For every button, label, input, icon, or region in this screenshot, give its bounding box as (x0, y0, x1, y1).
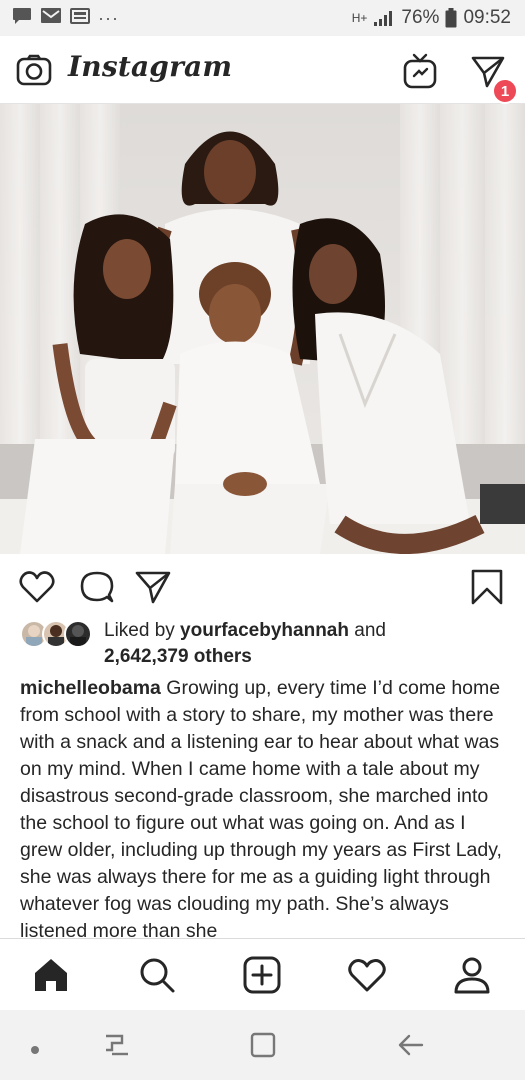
bottom-navigation (0, 938, 525, 1010)
add-post-icon (243, 956, 281, 994)
top-app-bar: Instagram 1 (0, 36, 525, 104)
battery-percent: 76% (401, 7, 440, 28)
igtv-button[interactable] (402, 52, 438, 90)
camera-icon (16, 54, 52, 86)
more-icon: ··· (98, 7, 119, 28)
liked-by-and: and (348, 620, 386, 641)
instagram-logo: Instagram (68, 50, 233, 83)
search-icon (140, 958, 175, 993)
caption-text: Growing up, every time I’d come home fro… (20, 677, 502, 937)
back-arrow-icon (398, 1034, 424, 1056)
post-actions (0, 554, 525, 618)
recents-button[interactable] (103, 1032, 131, 1063)
status-bar: ··· H+ 76% 09:52 (0, 0, 525, 36)
recents-icon (106, 1034, 128, 1056)
gmail-icon (40, 7, 62, 29)
camera-button[interactable] (16, 54, 52, 86)
comment-icon (80, 571, 114, 603)
home-icon (35, 959, 67, 991)
notification-icons: ··· (12, 7, 119, 30)
family-photo-illustration (0, 104, 525, 554)
share-button[interactable] (134, 568, 172, 606)
square-icon (250, 1032, 276, 1058)
heart-icon (19, 571, 55, 603)
liked-by-text: Liked by yourfacebyhannah and (104, 620, 386, 642)
signal-icon (373, 9, 395, 27)
chat-icon (12, 7, 32, 30)
likes-summary[interactable]: Liked by yourfacebyhannah and 2,642,379 … (20, 618, 510, 672)
heart-icon (348, 959, 386, 992)
system-navigation-bar (0, 1010, 525, 1080)
save-button[interactable] (468, 568, 506, 606)
caption-username[interactable]: michelleobama (20, 677, 161, 699)
dot-icon (31, 1046, 39, 1054)
profile-icon (454, 957, 490, 994)
likes-count[interactable]: 2,642,379 others (104, 646, 252, 668)
liker-avatars (20, 620, 96, 650)
new-post-tab[interactable] (242, 955, 282, 995)
system-status: H+ 76% 09:52 (352, 7, 511, 29)
post-caption: michelleobama Growing up, every time I’d… (20, 675, 510, 937)
battery-icon (445, 8, 457, 28)
bookmark-icon (471, 569, 503, 605)
activity-tab[interactable] (347, 955, 387, 995)
liked-by-prefix: Liked by (104, 620, 181, 641)
news-icon (70, 7, 90, 30)
search-tab[interactable] (137, 955, 177, 995)
like-button[interactable] (18, 568, 56, 606)
back-button[interactable] (397, 1032, 425, 1063)
notification-badge: 1 (492, 78, 518, 104)
liked-by-username[interactable]: yourfacebyhannah (180, 620, 349, 641)
clock: 09:52 (463, 7, 511, 28)
post-image[interactable] (0, 104, 525, 554)
igtv-icon (403, 53, 437, 89)
avatar (64, 620, 92, 648)
home-tab[interactable] (31, 955, 71, 995)
network-type: H+ (351, 11, 368, 25)
send-icon (135, 571, 171, 604)
home-system-button[interactable] (250, 1032, 276, 1063)
comment-button[interactable] (78, 568, 116, 606)
dot-indicator[interactable] (30, 1042, 40, 1060)
profile-tab[interactable] (452, 955, 492, 995)
